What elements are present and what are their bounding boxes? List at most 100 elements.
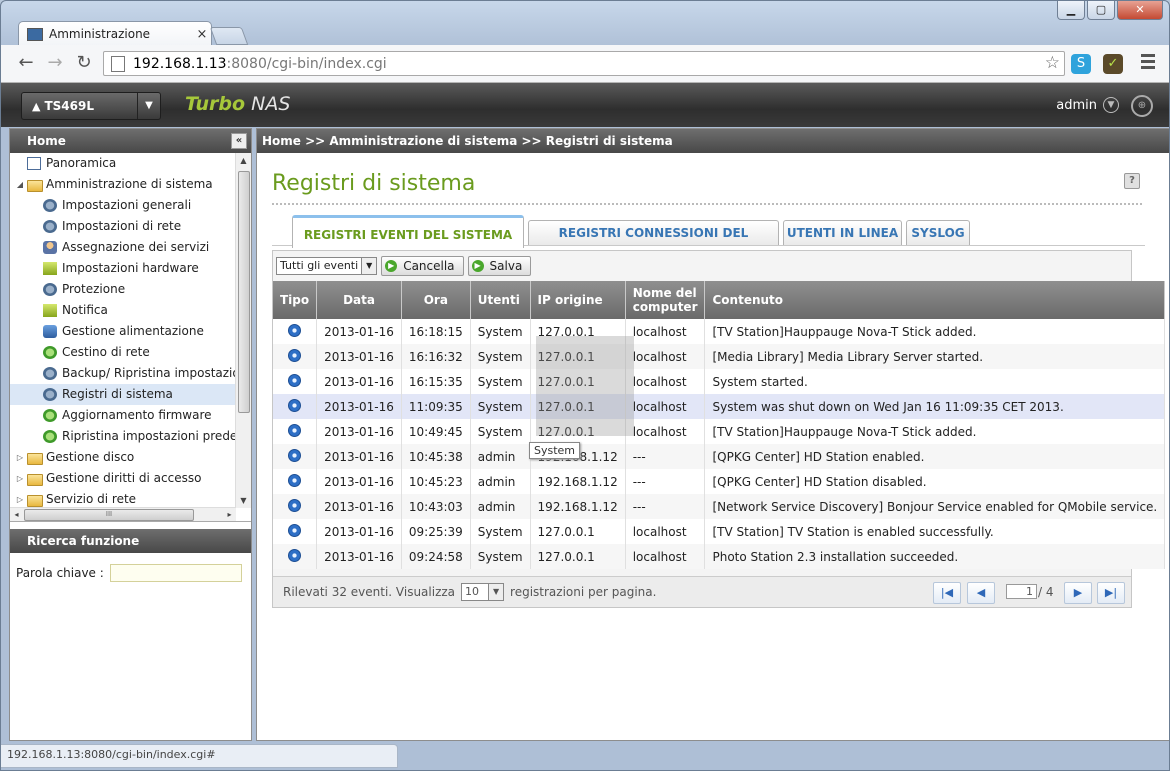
sidebar-item-label: Backup/ Ripristina impostazion bbox=[62, 366, 248, 380]
folder-icon bbox=[27, 453, 43, 465]
table-row[interactable]: 2013-01-16 09:24:58 System 127.0.0.1 localho… bbox=[273, 544, 1166, 569]
scroll-thumb-horizontal[interactable]: III bbox=[24, 509, 194, 521]
ip-cell: 127.0.0.1 bbox=[530, 544, 626, 569]
new-tab-button[interactable] bbox=[209, 27, 249, 45]
next-page-icon[interactable]: ▶ bbox=[1064, 582, 1092, 604]
page-number-input[interactable]: 1 bbox=[1006, 584, 1037, 599]
sidebar-item[interactable]: Impostazioni di rete bbox=[10, 216, 251, 237]
address-bar[interactable]: 192.168.1.13:8080/cgi-bin/index.cgi ☆ bbox=[103, 51, 1065, 76]
sidebar-item-label: Gestione diritti di accesso bbox=[46, 471, 202, 485]
reload-icon[interactable]: ↻ bbox=[73, 52, 95, 74]
minimize-button[interactable]: ▁ bbox=[1057, 1, 1085, 20]
scroll-thumb[interactable] bbox=[238, 171, 250, 413]
tree-vertical-scrollbar[interactable]: ▲ ▼ bbox=[235, 153, 251, 508]
sidebar-item[interactable]: Aggiornamento firmware bbox=[10, 405, 251, 426]
sidebar-item[interactable]: ▷ Gestione diritti di accesso bbox=[10, 468, 251, 489]
sidebar-item[interactable]: Ripristina impostazioni predefir bbox=[10, 426, 251, 447]
sidebar-item[interactable]: Cestino di rete bbox=[10, 342, 251, 363]
sidebar-item[interactable]: Impostazioni generali bbox=[10, 195, 251, 216]
type-cell bbox=[273, 519, 318, 544]
col-computer-name[interactable]: Nome del computer bbox=[625, 281, 706, 319]
user-menu-chevron-icon[interactable]: ▼ bbox=[1103, 97, 1119, 113]
tab-system-connection-logs[interactable]: REGISTRI CONNESSIONI DEL SISTEMA bbox=[528, 220, 779, 264]
sidebar-item[interactable]: ▷ Gestione disco bbox=[10, 447, 251, 468]
forward-arrow-icon[interactable]: → bbox=[44, 52, 66, 74]
col-users[interactable]: Utenti bbox=[470, 281, 531, 319]
collapse-sidebar-icon[interactable]: « bbox=[231, 133, 247, 149]
chevron-down-icon: ▼ bbox=[361, 258, 377, 274]
save-button[interactable]: ▶ Salva bbox=[467, 256, 532, 276]
window-close-button[interactable]: ✕ bbox=[1117, 1, 1163, 20]
col-date[interactable]: Data bbox=[316, 281, 402, 319]
cancel-button[interactable]: ▶ Cancella bbox=[381, 256, 464, 276]
col-type[interactable]: Tipo bbox=[273, 281, 318, 319]
tab-online-users[interactable]: UTENTI IN LINEA bbox=[783, 220, 902, 245]
browser-menu-icon[interactable] bbox=[1141, 54, 1155, 72]
sidebar-item[interactable]: Impostazioni hardware bbox=[10, 258, 251, 279]
back-arrow-icon[interactable]: ← bbox=[15, 52, 37, 74]
table-row[interactable]: 2013-01-16 11:09:35 System 127.0.0.1 localho… bbox=[273, 394, 1166, 419]
per-page-select[interactable]: 10 ▼ bbox=[461, 583, 505, 601]
type-cell bbox=[273, 469, 318, 494]
chevron-down-icon[interactable]: ▼ bbox=[137, 93, 160, 119]
scroll-down-icon[interactable]: ▼ bbox=[236, 493, 251, 508]
time-cell: 10:43:03 bbox=[401, 494, 471, 519]
col-source-ip[interactable]: IP origine bbox=[530, 281, 626, 319]
col-time[interactable]: Ora bbox=[401, 281, 471, 319]
sidebar-item[interactable]: Protezione bbox=[10, 279, 251, 300]
skype-extension-icon[interactable]: S bbox=[1071, 54, 1091, 74]
help-icon[interactable]: ? bbox=[1124, 173, 1140, 189]
first-page-icon[interactable]: |◀ bbox=[933, 582, 961, 604]
table-row[interactable]: 2013-01-16 16:15:35 System 127.0.0.1 localho… bbox=[273, 369, 1166, 394]
tree-collapse-icon[interactable]: ◢ bbox=[15, 174, 25, 195]
tree-expand-icon[interactable]: ▷ bbox=[15, 468, 25, 489]
scroll-left-icon[interactable]: ◂ bbox=[10, 508, 23, 521]
host-cell: --- bbox=[625, 444, 706, 469]
prev-page-icon[interactable]: ◀ bbox=[967, 582, 995, 604]
bookmark-star-icon[interactable]: ☆ bbox=[1045, 53, 1060, 73]
table-row[interactable]: 2013-01-16 10:49:45 System 127.0.0.1 localho… bbox=[273, 419, 1166, 444]
table-row[interactable]: 2013-01-1610:45:38admin192.168.1.12---[Q… bbox=[273, 444, 1166, 469]
sidebar-item[interactable]: Gestione alimentazione bbox=[10, 321, 251, 342]
scroll-up-icon[interactable]: ▲ bbox=[236, 153, 251, 168]
browser-tab[interactable]: Amministrazione × bbox=[18, 21, 212, 46]
extension-check-icon[interactable]: ✓ bbox=[1103, 54, 1123, 74]
user-name[interactable]: admin bbox=[1056, 98, 1097, 113]
last-page-icon[interactable]: ▶| bbox=[1097, 582, 1125, 604]
tree-horizontal-scrollbar[interactable]: ◂ III ▸ bbox=[10, 507, 236, 521]
date-cell: 2013-01-16 bbox=[316, 519, 402, 544]
content-cell: System was shut down on Wed Jan 16 11:09… bbox=[704, 394, 1166, 419]
sidebar-item[interactable]: Notifica bbox=[10, 300, 251, 321]
sidebar-item-label: Ripristina impostazioni predefir bbox=[62, 429, 250, 443]
table-row[interactable]: 2013-01-16 16:16:32 System 127.0.0.1 localho… bbox=[273, 344, 1166, 369]
sidebar-item[interactable]: ◢ Amministrazione di sistema bbox=[10, 174, 251, 195]
sidebar-item[interactable]: Assegnazione dei servizi bbox=[10, 237, 251, 258]
green-icon bbox=[43, 346, 57, 359]
event-filter-select[interactable]: Tutti gli eventi ▼ bbox=[276, 257, 378, 275]
scroll-right-icon[interactable]: ▸ bbox=[223, 508, 236, 521]
sidebar-item[interactable]: Backup/ Ripristina impostazion bbox=[10, 363, 251, 384]
tab-syslog[interactable]: SYSLOG bbox=[906, 220, 970, 245]
time-cell: 16:15:35 bbox=[401, 369, 471, 394]
sidebar-item[interactable]: Registri di sistema bbox=[10, 384, 251, 405]
sidebar-item[interactable]: Panoramica bbox=[10, 153, 251, 174]
col-content[interactable]: Contenuto bbox=[704, 281, 1166, 319]
device-selector[interactable]: ▲ TS469L ▼ bbox=[21, 92, 161, 120]
table-row[interactable]: 2013-01-16 10:45:23 admin 192.168.1.12 --- [Q… bbox=[273, 469, 1166, 494]
bar-icon bbox=[43, 262, 57, 275]
content-cell: Photo Station 2.3 installation succeeded… bbox=[704, 544, 1166, 569]
tree-expand-icon[interactable]: ▷ bbox=[15, 447, 25, 468]
language-globe-icon[interactable]: ⊕ bbox=[1131, 95, 1153, 117]
maximize-button[interactable]: ▢ bbox=[1087, 1, 1115, 20]
tab-system-event-logs[interactable]: REGISTRI EVENTI DEL SISTEMA bbox=[292, 215, 524, 248]
gear-icon bbox=[43, 283, 57, 296]
content-cell: System started. bbox=[704, 369, 1166, 394]
table-row[interactable]: 2013-01-16 09:25:39 System 127.0.0.1 localho… bbox=[273, 519, 1166, 544]
table-row[interactable]: 2013-01-16 16:18:15 System 127.0.0.1 localho… bbox=[273, 319, 1166, 344]
table-row[interactable]: 2013-01-16 10:43:03 admin 192.168.1.12 --- [N… bbox=[273, 494, 1166, 519]
bar-icon bbox=[43, 304, 57, 317]
device-name: TS469L bbox=[44, 99, 94, 113]
tab-close-icon[interactable]: × bbox=[193, 27, 211, 42]
keyword-input[interactable] bbox=[109, 564, 242, 582]
tab-title: Amministrazione bbox=[49, 27, 151, 41]
